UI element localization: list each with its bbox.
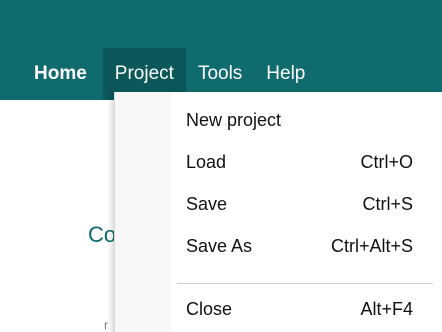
menu-item-label: Save — [186, 193, 228, 214]
menu-home[interactable]: Home — [0, 48, 103, 100]
menu-item-shortcut: Ctrl+Alt+S — [330, 235, 413, 256]
menu-item-new-project[interactable]: New project — [115, 100, 442, 140]
menu-item-shortcut: Ctrl+S — [362, 193, 413, 214]
menu-item-shortcut: Alt+F4 — [360, 298, 413, 319]
page-text-partial: r — [104, 318, 108, 332]
page-heading-partial: Co — [88, 222, 117, 247]
menu-item-save[interactable]: Save Ctrl+S — [115, 184, 442, 224]
menu-item-label: Close — [186, 298, 233, 319]
menu-item-close[interactable]: Close Alt+F4 — [115, 289, 442, 329]
menu-item-label: New project — [186, 109, 282, 130]
menu-item-label: Save As — [186, 235, 253, 256]
menu-item-save-as[interactable]: Save As Ctrl+Alt+S — [115, 226, 442, 266]
project-dropdown-menu: New project Load Ctrl+O Save Ctrl+S Save… — [114, 92, 442, 332]
menu-item-load[interactable]: Load Ctrl+O — [115, 142, 442, 182]
menu-separator — [177, 283, 433, 284]
menu-item-label: Load — [186, 151, 227, 172]
menu-item-shortcut: Ctrl+O — [360, 151, 413, 172]
